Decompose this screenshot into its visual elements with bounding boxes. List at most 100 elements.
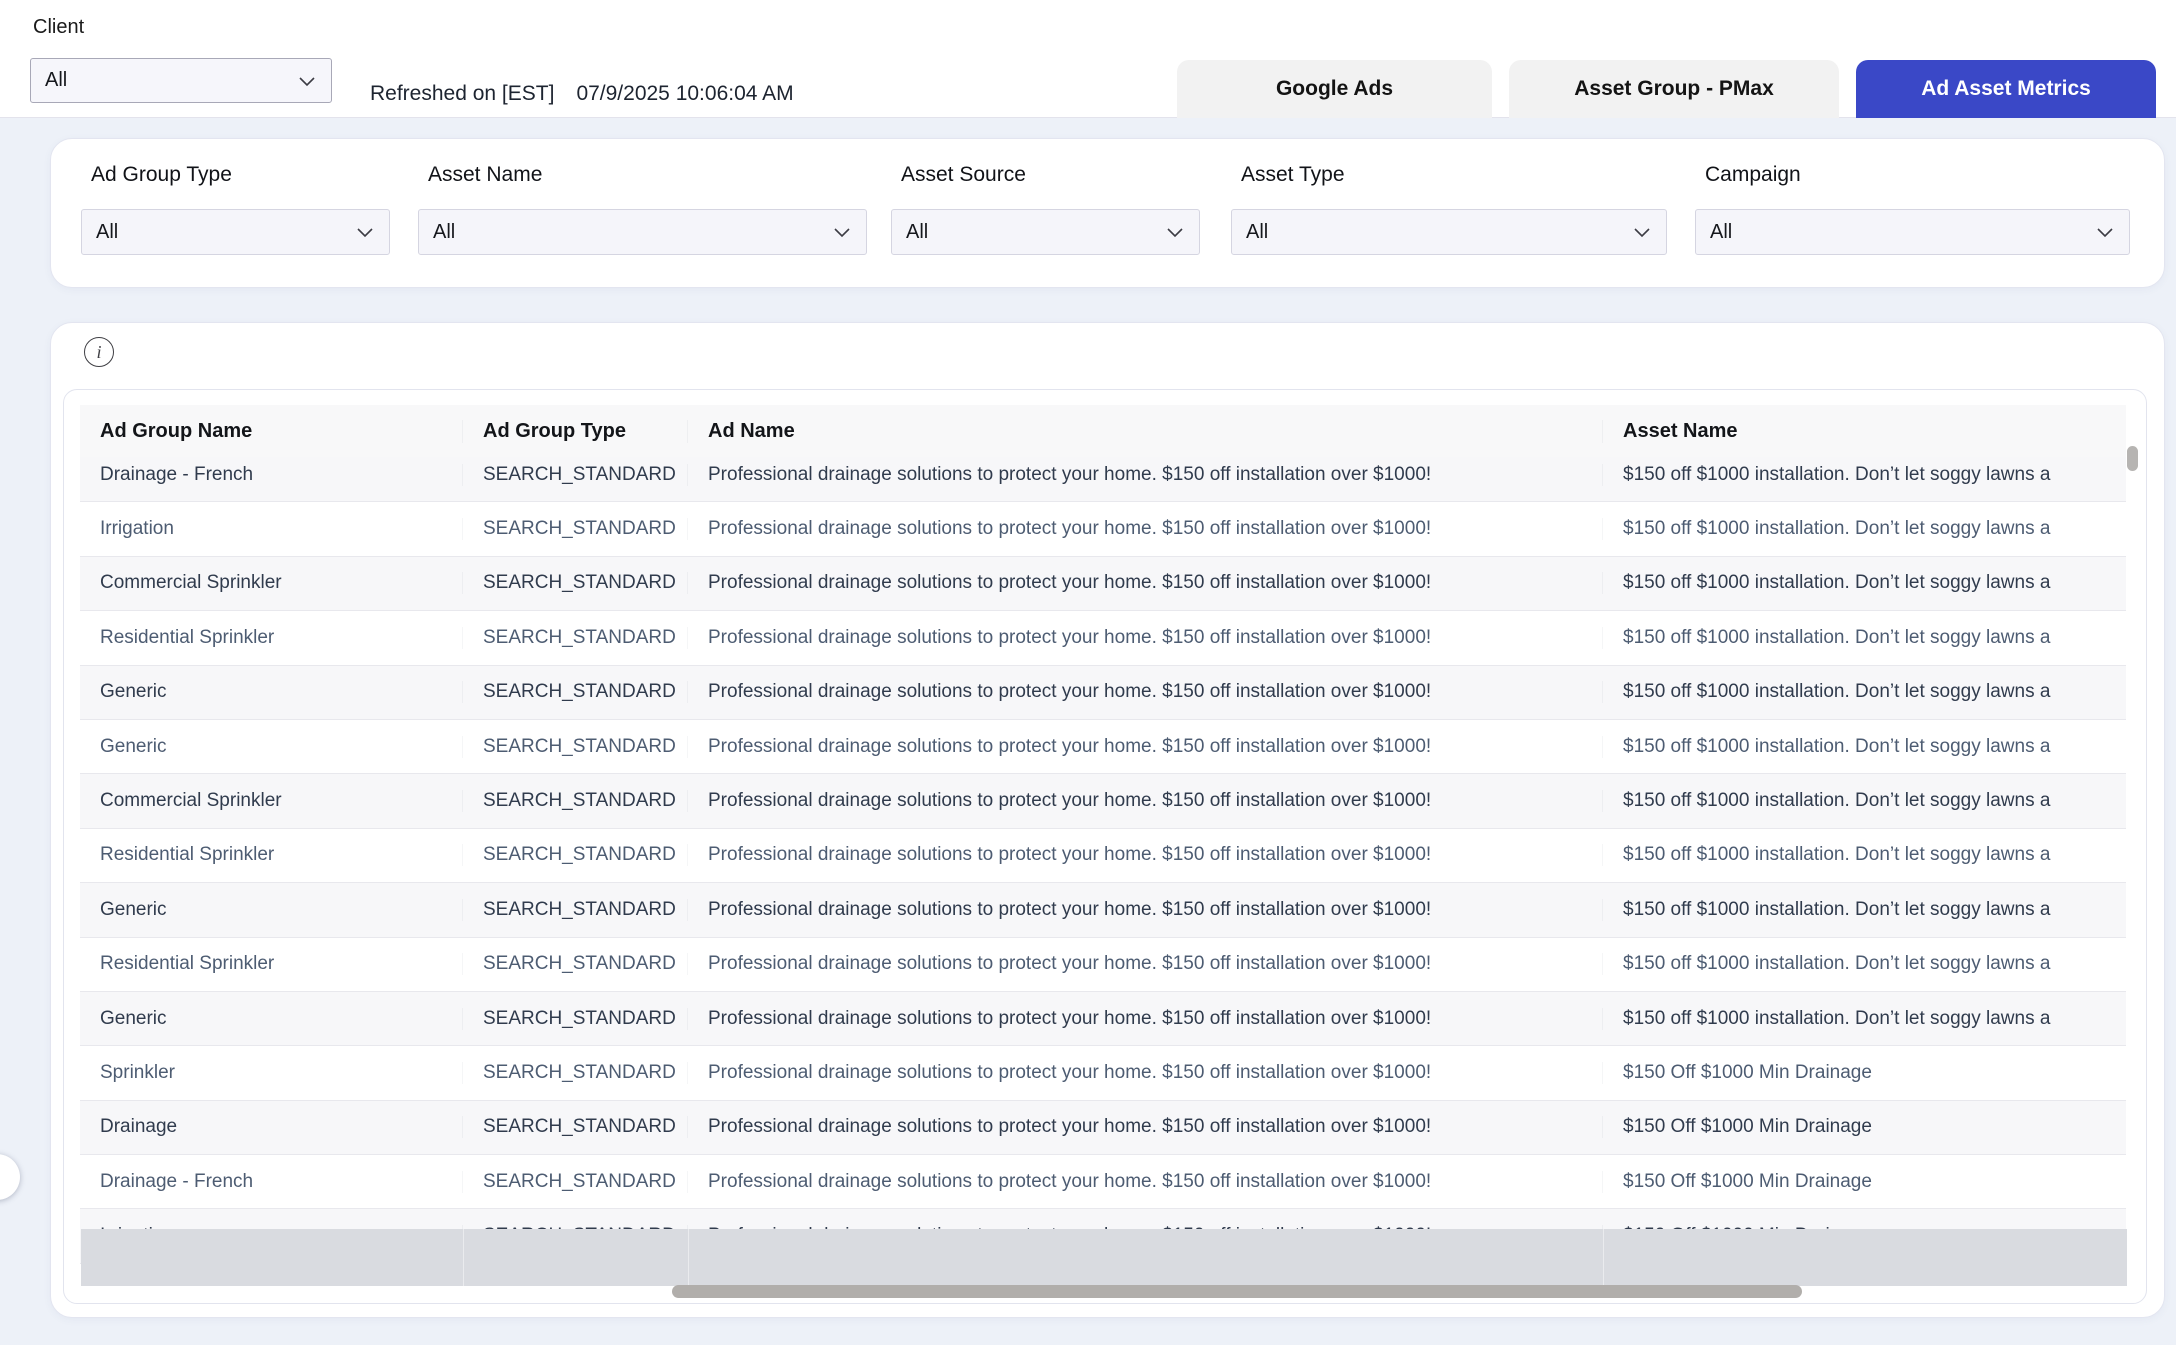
column-divider — [688, 1229, 689, 1286]
cell-asset-name: $150 Off $1000 Min Drainage — [1602, 1116, 2126, 1138]
tab-google-ads[interactable]: Google Ads — [1177, 60, 1492, 118]
dropdown-value: All — [96, 221, 118, 244]
cell-ad-group-name: Commercial Sprinkler — [80, 572, 462, 594]
cell-ad-name: Professional drainage solutions to prote… — [687, 1116, 1602, 1138]
column-header-asset-name[interactable]: Asset Name — [1602, 420, 2126, 443]
cell-ad-group-name: Generic — [80, 681, 462, 703]
client-dropdown-value: All — [45, 69, 67, 92]
cell-ad-group-name: Commercial Sprinkler — [80, 790, 462, 812]
table-row[interactable]: Generic SEARCH_STANDARD Professional dra… — [80, 666, 2126, 720]
cell-ad-group-name: Drainage - French — [80, 1171, 462, 1193]
ad-asset-table-card: i Ad Group Name Ad Group Type Ad Name As… — [50, 322, 2165, 1318]
filter-label: Asset Type — [1241, 163, 1345, 187]
top-bar: Client All Refreshed on [EST] 07/9/2025 1… — [0, 0, 2176, 118]
cell-ad-group-name: Generic — [80, 1008, 462, 1030]
table-row[interactable]: Residential Sprinkler SEARCH_STANDARD Pr… — [80, 829, 2126, 883]
cell-ad-name: Professional drainage solutions to prote… — [687, 1062, 1602, 1084]
cell-ad-group-name: Drainage - French — [80, 464, 462, 486]
chevron-down-icon — [830, 220, 854, 244]
cell-asset-name: $150 off $1000 installation. Don’t let s… — [1602, 518, 2126, 540]
table-content: Ad Group Name Ad Group Type Ad Name Asse… — [80, 405, 2126, 1303]
dropdown-value: All — [433, 221, 455, 244]
cell-ad-group-name: Generic — [80, 899, 462, 921]
table-row[interactable]: Commercial Sprinkler SEARCH_STANDARD Pro… — [80, 774, 2126, 828]
table-row[interactable]: Drainage - French SEARCH_STANDARD Profes… — [80, 457, 2126, 502]
table-row[interactable]: Drainage SEARCH_STANDARD Professional dr… — [80, 1101, 2126, 1155]
filter-group-asset-type: Asset Type All — [1231, 139, 1667, 287]
table-row[interactable]: Generic SEARCH_STANDARD Professional dra… — [80, 992, 2126, 1046]
table-panel: Ad Group Name Ad Group Type Ad Name Asse… — [63, 389, 2147, 1304]
refresh-status: Refreshed on [EST] 07/9/2025 10:06:04 AM — [370, 82, 794, 106]
cell-ad-group-type: SEARCH_STANDARD — [462, 464, 687, 486]
cell-ad-group-type: SEARCH_STANDARD — [462, 736, 687, 758]
filter-label: Asset Name — [428, 163, 542, 187]
cell-ad-name: Professional drainage solutions to prote… — [687, 844, 1602, 866]
column-header-ad-name[interactable]: Ad Name — [687, 420, 1602, 443]
cell-asset-name: $150 off $1000 installation. Don’t let s… — [1602, 899, 2126, 921]
cell-asset-name: $150 off $1000 installation. Don’t let s… — [1602, 1008, 2126, 1030]
cell-ad-name: Professional drainage solutions to prote… — [687, 572, 1602, 594]
table-row[interactable]: Commercial Sprinkler SEARCH_STANDARD Pro… — [80, 557, 2126, 611]
column-divider — [463, 1229, 464, 1286]
cell-ad-name: Professional drainage solutions to prote… — [687, 681, 1602, 703]
table-row[interactable]: Residential Sprinkler SEARCH_STANDARD Pr… — [80, 938, 2126, 992]
cell-asset-name: $150 off $1000 installation. Don’t let s… — [1602, 681, 2126, 703]
asset-source-dropdown[interactable]: All — [891, 209, 1200, 255]
filter-label: Campaign — [1705, 163, 1801, 187]
cell-ad-group-name: Generic — [80, 736, 462, 758]
cell-asset-name: $150 Off $1000 Min Drainage — [1602, 1062, 2126, 1084]
column-header-ad-group-name[interactable]: Ad Group Name — [80, 420, 462, 443]
column-header-ad-group-type[interactable]: Ad Group Type — [462, 420, 687, 443]
tab-ad-asset-metrics[interactable]: Ad Asset Metrics — [1856, 60, 2156, 118]
dropdown-value: All — [1710, 221, 1732, 244]
cell-ad-group-name: Sprinkler — [80, 1062, 462, 1084]
refresh-status-label: Refreshed on [EST] — [370, 82, 554, 105]
table-row[interactable]: Generic SEARCH_STANDARD Professional dra… — [80, 883, 2126, 937]
cell-asset-name: $150 off $1000 installation. Don’t let s… — [1602, 844, 2126, 866]
chevron-down-icon — [353, 220, 377, 244]
client-filter-label: Client — [33, 16, 84, 39]
asset-type-dropdown[interactable]: All — [1231, 209, 1667, 255]
table-row[interactable]: Residential Sprinkler SEARCH_STANDARD Pr… — [80, 611, 2126, 665]
client-dropdown[interactable]: All — [30, 58, 332, 103]
cell-ad-group-type: SEARCH_STANDARD — [462, 899, 687, 921]
cell-asset-name: $150 off $1000 installation. Don’t let s… — [1602, 790, 2126, 812]
dropdown-value: All — [906, 221, 928, 244]
chevron-down-icon — [1163, 220, 1187, 244]
cell-asset-name: $150 off $1000 installation. Don’t let s… — [1602, 953, 2126, 975]
chevron-down-icon — [2093, 220, 2117, 244]
dropdown-value: All — [1246, 221, 1268, 244]
cell-asset-name: $150 off $1000 installation. Don’t let s… — [1602, 736, 2126, 758]
ad-group-type-dropdown[interactable]: All — [81, 209, 390, 255]
asset-name-dropdown[interactable]: All — [418, 209, 867, 255]
cell-ad-name: Professional drainage solutions to prote… — [687, 736, 1602, 758]
vertical-scrollbar-thumb[interactable] — [2127, 446, 2138, 471]
cell-ad-name: Professional drainage solutions to prote… — [687, 518, 1602, 540]
refresh-timestamp: 07/9/2025 10:06:04 AM — [576, 82, 793, 105]
horizontal-scrollbar-thumb[interactable] — [672, 1285, 1802, 1298]
cell-ad-group-type: SEARCH_STANDARD — [462, 1116, 687, 1138]
cell-ad-group-type: SEARCH_STANDARD — [462, 518, 687, 540]
cell-ad-name: Professional drainage solutions to prote… — [687, 627, 1602, 649]
table-row[interactable]: Irrigation SEARCH_STANDARD Professional … — [80, 502, 2126, 556]
cell-ad-group-type: SEARCH_STANDARD — [462, 1062, 687, 1084]
slicer-panel: Ad Group Type All Asset Name All Asset S… — [50, 138, 2165, 288]
edge-floating-button[interactable] — [0, 1154, 20, 1200]
filter-group-asset-source: Asset Source All — [891, 139, 1200, 287]
campaign-dropdown[interactable]: All — [1695, 209, 2130, 255]
table-row[interactable]: Generic SEARCH_STANDARD Professional dra… — [80, 720, 2126, 774]
cell-ad-group-name: Drainage — [80, 1116, 462, 1138]
cell-ad-group-name: Residential Sprinkler — [80, 953, 462, 975]
tab-asset-group-pmax[interactable]: Asset Group - PMax — [1509, 60, 1839, 118]
chevron-down-icon — [295, 69, 319, 93]
cell-asset-name: $150 off $1000 installation. Don’t let s… — [1602, 572, 2126, 594]
cell-asset-name: $150 off $1000 installation. Don’t let s… — [1602, 627, 2126, 649]
table-row[interactable]: Drainage - French SEARCH_STANDARD Profes… — [80, 1155, 2126, 1209]
filter-group-asset-name: Asset Name All — [418, 139, 867, 287]
filter-group-ad-group-type: Ad Group Type All — [81, 139, 390, 287]
column-divider — [1603, 1229, 1604, 1286]
filter-label: Ad Group Type — [91, 163, 232, 187]
table-row[interactable]: Sprinkler SEARCH_STANDARD Professional d… — [80, 1046, 2126, 1100]
cell-ad-name: Professional drainage solutions to prote… — [687, 790, 1602, 812]
info-icon[interactable]: i — [84, 337, 114, 367]
